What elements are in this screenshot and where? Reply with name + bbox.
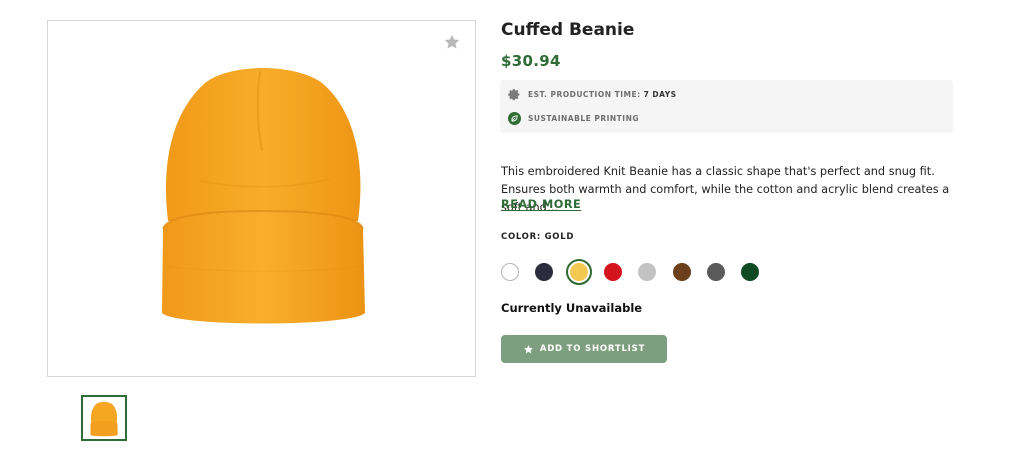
swatch-brown[interactable] [672,263,691,281]
beanie-thumbnail-image [90,401,118,437]
sustainable-printing-label: SUSTAINABLE PRINTING [528,114,640,123]
availability-status: Currently Unavailable [501,301,643,315]
production-time-label: EST. PRODUCTION TIME: [528,90,641,99]
product-price: $30.94 [501,52,561,70]
swatch-gold[interactable] [565,259,592,285]
product-image-frame [47,20,476,377]
add-to-shortlist-button[interactable]: ADD TO SHORTLIST [501,335,667,363]
sustainable-printing-row: SUSTAINABLE PRINTING [508,112,639,125]
read-more-link[interactable]: READ MORE [501,198,581,211]
thumbnail-beanie[interactable] [81,395,127,441]
production-time-value: 7 DAYS [643,90,677,99]
swatch-white[interactable] [501,263,519,281]
swatch-red[interactable] [603,263,622,281]
product-title: Cuffed Beanie [501,20,635,40]
beanie-image [162,68,365,324]
production-time-row: EST. PRODUCTION TIME: 7 DAYS [508,88,677,101]
star-icon[interactable] [443,33,461,51]
color-label: COLOR: GOLD [501,232,575,242]
add-to-shortlist-label: ADD TO SHORTLIST [539,344,646,354]
star-icon [523,344,533,353]
info-box: EST. PRODUCTION TIME: 7 DAYS SUSTAINABLE… [500,80,953,133]
swatch-forest-green[interactable] [741,263,760,281]
gear-icon [508,88,521,101]
leaf-icon [508,112,521,125]
swatch-silver[interactable] [638,263,657,281]
swatch-charcoal[interactable] [706,263,725,281]
swatch-navy[interactable] [535,263,554,281]
